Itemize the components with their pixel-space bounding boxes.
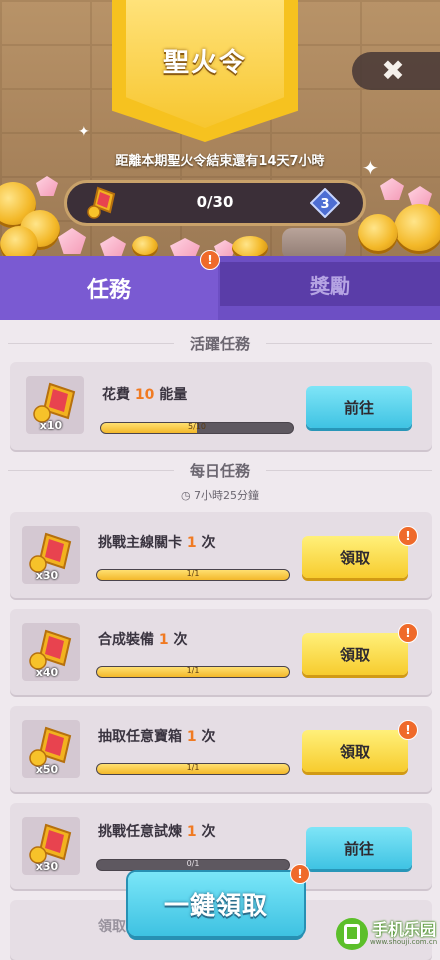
coin-decoration <box>394 204 440 254</box>
task-progress-text: 1/1 <box>186 666 200 675</box>
tab-tasks[interactable]: 任務 <box>0 256 218 320</box>
section-title-daily: 每日任務 <box>189 462 250 480</box>
task-progress-text: 5/10 <box>188 422 206 431</box>
task-progress-text: 1/1 <box>186 569 200 578</box>
reward-box: x50 <box>22 720 80 778</box>
tab-rewards[interactable]: 獎勵 <box>220 262 440 306</box>
section-title-active: 活躍任務 <box>189 335 250 353</box>
reward-quantity: x30 <box>35 569 59 582</box>
task-progress-bar: 1/1 <box>96 569 290 581</box>
go-button[interactable]: 前往 <box>306 827 412 869</box>
claim-button-label: 領取 <box>339 548 370 567</box>
claim-alert-badge: ! <box>398 720 418 740</box>
page-title: 聖火令 <box>162 48 247 78</box>
season-countdown: 距離本期聖火令結束還有14天7小時 <box>115 154 325 169</box>
claim-all-button[interactable]: 一鍵領取 <box>128 872 304 936</box>
go-button-label: 前往 <box>343 839 374 858</box>
claim-button[interactable]: 領取 <box>302 730 408 772</box>
level-number: 3 <box>320 197 329 212</box>
task-description: 挑戰任意試煉 1 次 <box>98 824 216 840</box>
sparkle-icon: ✦ <box>78 124 90 140</box>
reward-quantity: x10 <box>39 419 63 432</box>
claim-button-label: 領取 <box>339 645 370 664</box>
reward-quantity: x50 <box>35 763 59 776</box>
claim-alert-badge: ! <box>398 526 418 546</box>
claim-button[interactable]: 領取 <box>302 633 408 675</box>
level-diamond-icon: 3 <box>310 188 340 218</box>
reward-quantity: x30 <box>35 860 59 873</box>
coin-decoration <box>132 236 158 258</box>
watermark-text: 手机乐园 <box>372 920 437 939</box>
task-progress-bar: 1/1 <box>96 763 290 775</box>
claim-all-label: 一鍵領取 <box>163 891 268 920</box>
task-description: 花費 10 能量 <box>102 387 188 403</box>
reward-box: x10 <box>26 376 84 434</box>
clock-icon: ◷ <box>180 489 191 502</box>
daily-reset-timer: ◷ 7小時25分鐘 <box>180 489 260 502</box>
go-button[interactable]: 前往 <box>306 386 412 428</box>
close-button[interactable]: ✖ <box>352 52 440 90</box>
claim-alert-badge: ! <box>398 623 418 643</box>
task-progress-bar: 0/1 <box>96 859 290 871</box>
tab-tasks-label: 任務 <box>86 278 131 303</box>
watermark-logo: 手机乐园 www.shouji.com.cn <box>334 912 440 955</box>
task-description: 合成裝備 1 次 <box>98 632 188 648</box>
claim-button[interactable]: 領取 <box>302 536 408 578</box>
watermark-url: www.shouji.com.cn <box>370 938 438 946</box>
reward-box: x40 <box>22 623 80 681</box>
task-card: x30 挑戰主線關卡 1 次 1/1 領取 ! <box>10 512 432 598</box>
claim-button-label: 領取 <box>339 742 370 761</box>
task-card: x50 抽取任意寶箱 1 次 1/1 領取 ! <box>10 706 432 792</box>
task-card: x10 花費 10 能量 5/10 前往 <box>10 362 432 450</box>
close-x-icon: ✖ <box>381 54 405 87</box>
claim-all-alert-badge: ! <box>290 864 310 884</box>
coin-decoration <box>358 214 398 254</box>
task-progress-text: 1/1 <box>186 763 200 772</box>
task-description: 抽取任意寶箱 1 次 <box>98 729 216 745</box>
tasks-alert-badge: ! <box>200 250 220 270</box>
tab-rewards-label: 獎勵 <box>310 273 350 298</box>
task-description: 挑戰主線關卡 1 次 <box>98 535 216 551</box>
watermark-icon <box>336 918 368 950</box>
reward-box: x30 <box>22 526 80 584</box>
task-description: 領取 <box>98 919 126 935</box>
task-progress-text: 0/1 <box>186 859 200 868</box>
reward-quantity: x40 <box>35 666 59 679</box>
reward-box: x30 <box>22 817 80 875</box>
task-card: x40 合成裝備 1 次 1/1 領取 ! <box>10 609 432 695</box>
task-progress-bar: 5/10 <box>100 422 294 434</box>
task-progress-bar: 1/1 <box>96 666 290 678</box>
go-button-label: 前往 <box>343 398 374 417</box>
